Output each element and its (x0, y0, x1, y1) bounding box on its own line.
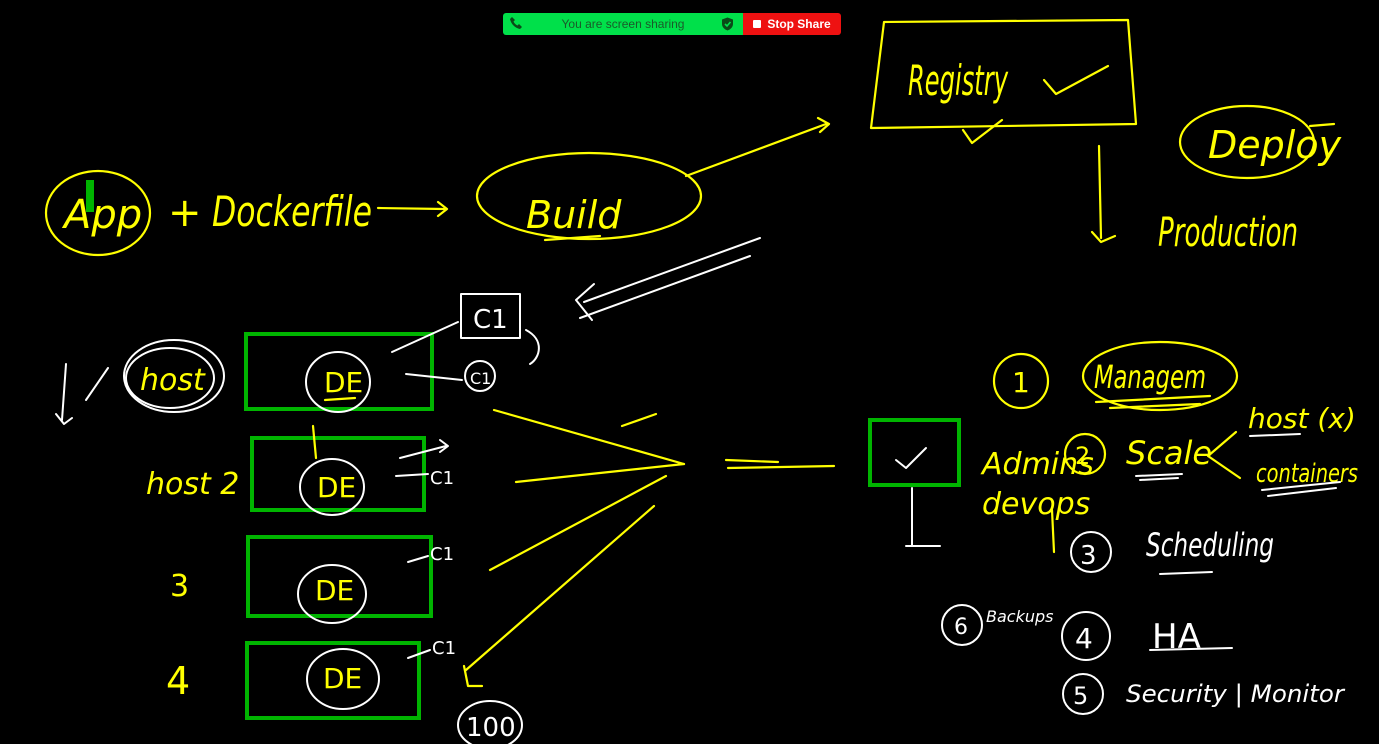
container-link-3 (407, 555, 429, 563)
scheduling-label: Scheduling (1146, 526, 1274, 564)
item-5-number: 5 (1073, 682, 1088, 710)
arrow-to-production (1090, 144, 1117, 244)
container-label-circle: C1 (470, 369, 491, 388)
registry-check (1042, 64, 1110, 96)
host-x-label: host (x) (1248, 402, 1356, 435)
engine-label-3: DE (315, 574, 354, 607)
arrow-back-to-hosts (575, 237, 761, 321)
manager-check (895, 447, 927, 469)
production-label: Production (1158, 210, 1298, 256)
converge-line-1 (492, 408, 686, 466)
build-label: Build (526, 193, 622, 237)
backups-label: Backups (986, 607, 1053, 626)
host-label-2: host 2 (146, 467, 239, 502)
container-label-3: C1 (430, 544, 454, 565)
container-brace (525, 329, 540, 365)
registry-check-2 (961, 118, 1004, 145)
screen-share-bar: You are screen sharing Stop Share (503, 13, 841, 35)
converge-line-3 (488, 474, 668, 572)
engine-link (311, 424, 318, 460)
whiteboard-canvas[interactable]: App + Dockerfile Build Registry Deploy P… (0, 0, 1379, 744)
manage-title: Managem (1094, 358, 1206, 396)
engine-label-4: DE (323, 662, 362, 695)
item-3-number: 3 (1080, 541, 1097, 571)
scheduling-underline (1159, 571, 1213, 575)
dockerfile-label: Dockerfile (212, 187, 372, 236)
share-status-area: You are screen sharing (503, 13, 743, 35)
manager-box (868, 418, 961, 487)
arrow-to-registry (684, 116, 831, 178)
container-label-box: C1 (473, 305, 508, 335)
container-label-4: C1 (432, 638, 456, 659)
arrow-to-build (376, 200, 449, 218)
scale-bracket (1206, 430, 1242, 480)
app-label: App (61, 192, 142, 238)
engine-label-1: DE (324, 366, 363, 399)
manager-stem (905, 487, 941, 547)
ha-label: HA (1152, 617, 1201, 657)
hundred-label: 100 (466, 713, 516, 743)
tick-mark (620, 412, 658, 428)
stop-icon (753, 20, 762, 28)
scale-label: Scale (1126, 434, 1212, 472)
scale-underline (1135, 473, 1183, 481)
container-label-2: C1 (430, 468, 454, 489)
host-label-1: host (140, 363, 206, 398)
item-2-number: 2 (1075, 442, 1090, 470)
deploy-label: Deploy (1208, 123, 1342, 167)
shield-icon (722, 17, 733, 31)
equals-lines (724, 458, 836, 470)
host-arrow (55, 363, 109, 425)
security-label: Security | Monitor (1126, 680, 1346, 708)
devops-label: devops (982, 487, 1090, 522)
item-1-number: 1 (1012, 366, 1030, 399)
container-link-1 (391, 321, 459, 353)
whiteboard-drawing: App + Dockerfile Build Registry Deploy P… (44, 18, 1358, 744)
registry-label: Registry (908, 56, 1009, 105)
host-label-4: 4 (166, 659, 190, 703)
item-6-number: 6 (954, 615, 968, 640)
item-4-number: 4 (1075, 622, 1093, 655)
host-label-3: 3 (170, 569, 189, 604)
engine-label-2: DE (317, 471, 356, 504)
stop-share-label: Stop Share (767, 17, 831, 31)
stop-share-button[interactable]: Stop Share (743, 13, 841, 35)
plus-sign: + (168, 190, 202, 236)
share-status-text: You are screen sharing (561, 17, 685, 31)
